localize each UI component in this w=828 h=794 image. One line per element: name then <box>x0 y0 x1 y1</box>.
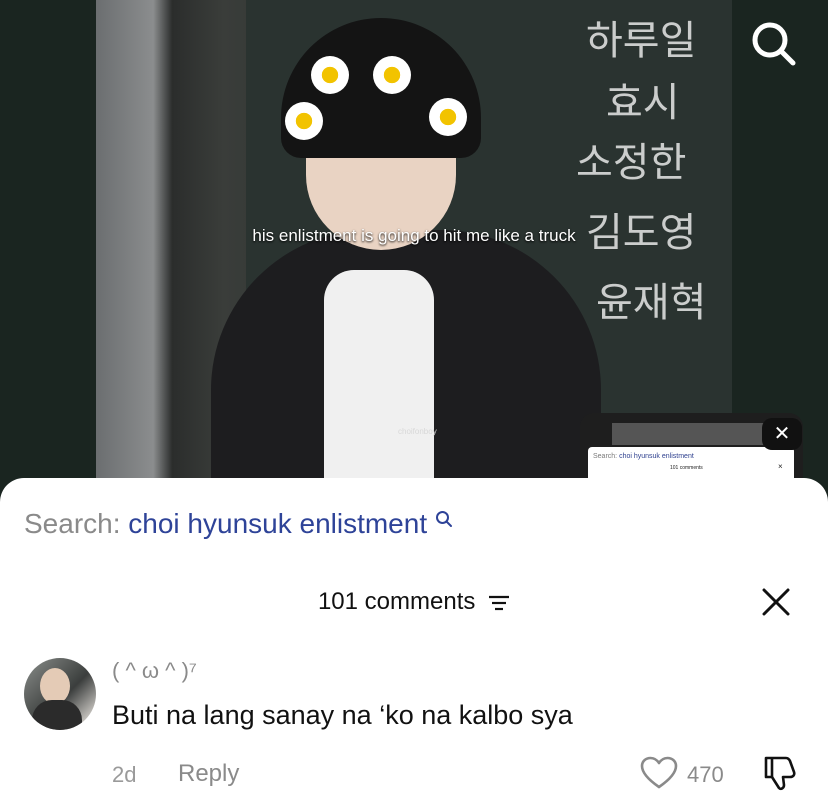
search-icon[interactable] <box>748 18 800 70</box>
comment-age: 2d <box>112 762 137 787</box>
search-query-link[interactable]: choi hyunsuk enlistment <box>128 508 427 539</box>
like-count: 470 <box>687 762 724 787</box>
flower-decoration <box>311 56 349 94</box>
video-player[interactable]: 하루일 효시 소정한 김도영 윤재혁 드 하생 투표 his enlistmen… <box>96 0 732 480</box>
search-prefix: Search: <box>24 508 121 539</box>
reply-button[interactable]: Reply <box>178 760 239 788</box>
board-writing-1: 하루일 <box>586 18 697 64</box>
video-caption: his enlistment is going to hit me like a… <box>252 226 576 245</box>
flower-decoration <box>373 56 411 94</box>
comment-username[interactable]: ( ^ ω ^ )⁷ <box>112 658 197 684</box>
board-writing-2: 효시 <box>606 80 680 126</box>
heart-icon[interactable] <box>640 756 678 790</box>
video-watermark: choifonboy <box>398 427 437 436</box>
mini-close-icon: × <box>778 462 783 471</box>
mini-search-row: Search: choi hyunsuk enlistment <box>593 453 694 460</box>
board-writing-3: 소정한 <box>576 140 687 186</box>
filter-icon[interactable] <box>488 595 510 611</box>
mini-search-query: choi hyunsuk enlistment <box>619 453 694 460</box>
avatar-body <box>32 700 82 730</box>
comment-count-header: 101 comments <box>0 588 828 616</box>
comment-count: 101 comments <box>317 588 476 615</box>
avatar-face <box>40 668 70 704</box>
flower-decoration <box>429 98 467 136</box>
mini-comment-count: 101 comments <box>670 465 703 471</box>
search-icon <box>435 511 452 527</box>
person-shirt <box>324 270 434 480</box>
search-suggestion[interactable]: Search: choi hyunsuk enlistment <box>24 508 453 540</box>
close-icon[interactable] <box>760 586 792 618</box>
mini-search-prefix: Search: <box>593 453 618 460</box>
comment-text: Buti na lang sanay na ‘ko na kalbo sya <box>112 700 573 730</box>
comments-sheet: Search: choi hyunsuk enlistment 101 comm… <box>0 478 828 794</box>
close-icon[interactable]: ✕ <box>762 418 802 450</box>
thumbs-down-icon[interactable] <box>762 754 798 792</box>
flower-decoration <box>285 102 323 140</box>
tiktok-comments-screen: 하루일 효시 소정한 김도영 윤재혁 드 하생 투표 his enlistmen… <box>0 0 828 794</box>
avatar[interactable] <box>24 658 96 730</box>
board-writing-5: 윤재혁 <box>596 280 707 326</box>
